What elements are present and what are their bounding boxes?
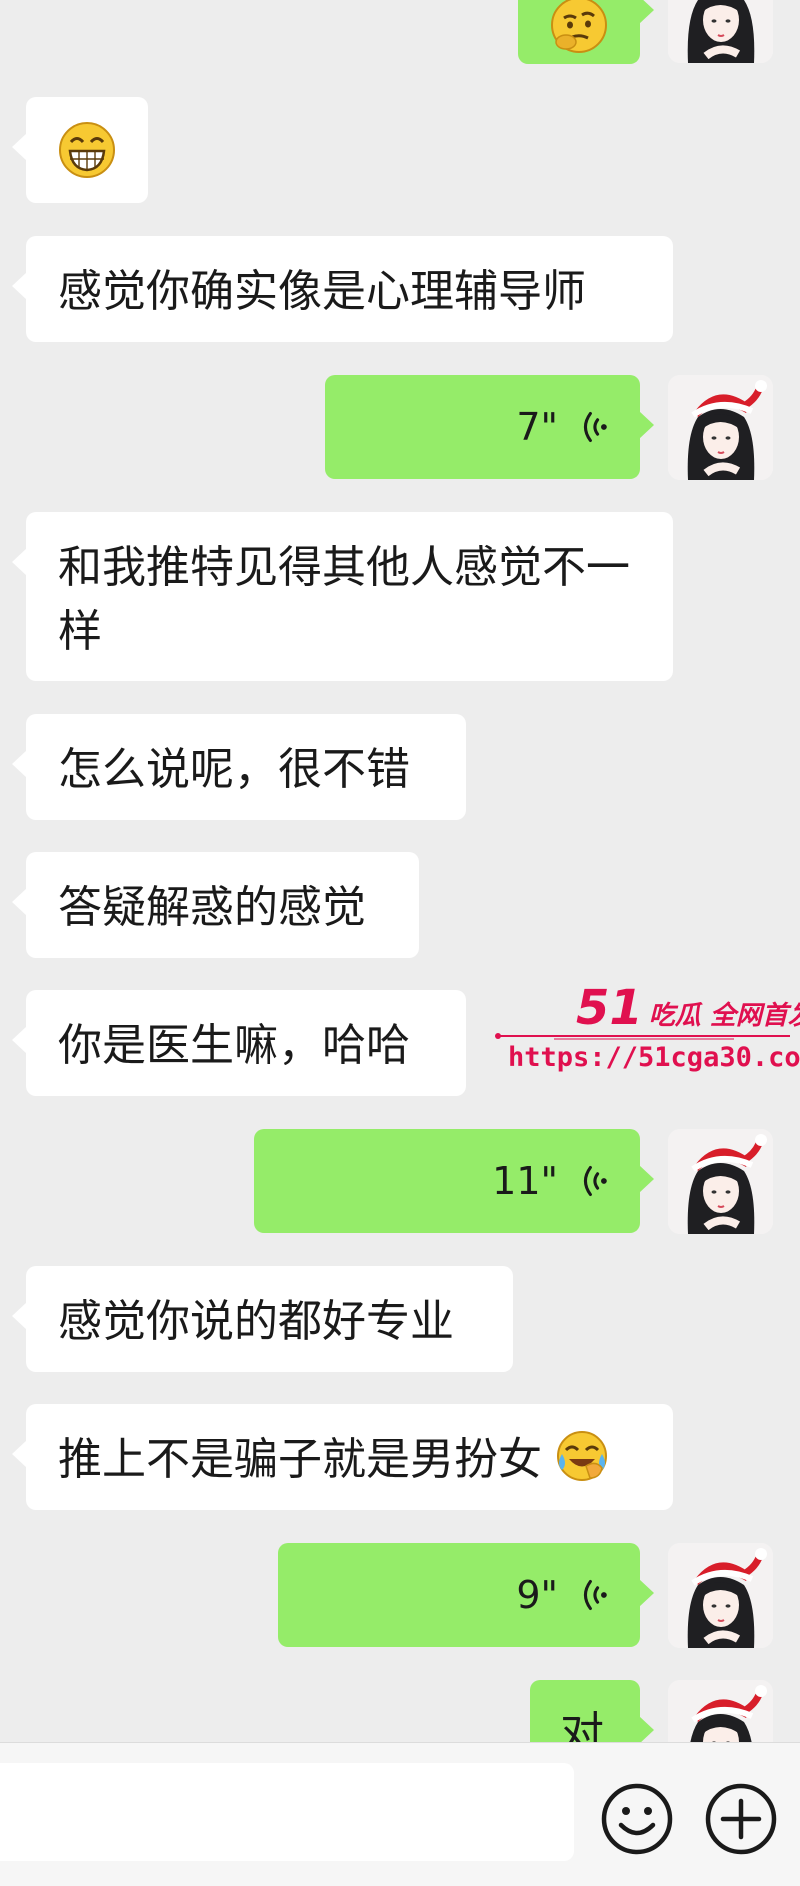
incoming-bubble[interactable]: 你是医生嘛，哈哈: [12, 990, 466, 1096]
voice-message-bubble[interactable]: 11": [254, 1129, 654, 1233]
message-text: 怎么说呢，很不错: [58, 744, 410, 795]
message-text: 和我推特见得其他人感觉不一样: [58, 542, 630, 657]
watermark-brand-text: 吃瓜 全网首发: [648, 1001, 800, 1031]
plus-circle-icon[interactable]: [703, 1781, 779, 1857]
incoming-bubble[interactable]: 和我推特见得其他人感觉不一样: [12, 512, 673, 681]
message-text: 感觉你确实像是心理辅导师: [58, 266, 586, 317]
watermark-url: https://51cga30.com: [508, 1042, 800, 1073]
emoji-smile-icon[interactable]: [599, 1781, 675, 1857]
thinking-face-emoji: [550, 0, 608, 54]
avatar[interactable]: [668, 0, 773, 63]
input-bar: [0, 1742, 800, 1886]
voice-message-bubble[interactable]: 7": [325, 375, 654, 479]
message-text: 你是医生嘛，哈哈: [58, 1020, 410, 1071]
watermark: 51 吃瓜 全网首发 https://51cga30.com: [490, 980, 800, 1080]
incoming-bubble[interactable]: 怎么说呢，很不错: [12, 714, 466, 820]
grinning-face-emoji: [58, 121, 116, 179]
incoming-bubble[interactable]: [12, 97, 148, 203]
avatar[interactable]: [668, 1543, 773, 1648]
outgoing-bubble[interactable]: [518, 0, 654, 64]
voice-wave-icon: [576, 1577, 612, 1613]
message-text: 感觉你说的都好专业: [58, 1296, 454, 1347]
voice-duration: 9": [516, 1573, 558, 1617]
avatar[interactable]: [668, 375, 773, 480]
watermark-brand: 51 吃瓜 全网首发: [576, 980, 800, 1036]
incoming-bubble[interactable]: 推上不是骗子就是男扮女: [12, 1404, 673, 1510]
voice-duration: 7": [516, 405, 558, 449]
voice-duration: 11": [492, 1159, 558, 1203]
watermark-divider: [495, 1033, 790, 1040]
watermark-brand-number: 51: [576, 980, 643, 1036]
voice-wave-icon: [576, 409, 612, 445]
message-text: 答疑解惑的感觉: [58, 882, 366, 933]
voice-wave-icon: [576, 1163, 612, 1199]
face-with-tears-of-joy-emoji: [556, 1430, 608, 1500]
incoming-bubble[interactable]: 感觉你确实像是心理辅导师: [12, 236, 673, 342]
avatar[interactable]: [668, 1129, 773, 1234]
incoming-bubble[interactable]: 感觉你说的都好专业: [12, 1266, 513, 1372]
message-input[interactable]: [0, 1763, 574, 1861]
incoming-bubble[interactable]: 答疑解惑的感觉: [12, 852, 419, 958]
voice-message-bubble[interactable]: 9": [278, 1543, 654, 1647]
message-text: 推上不是骗子就是男扮女: [58, 1434, 542, 1485]
